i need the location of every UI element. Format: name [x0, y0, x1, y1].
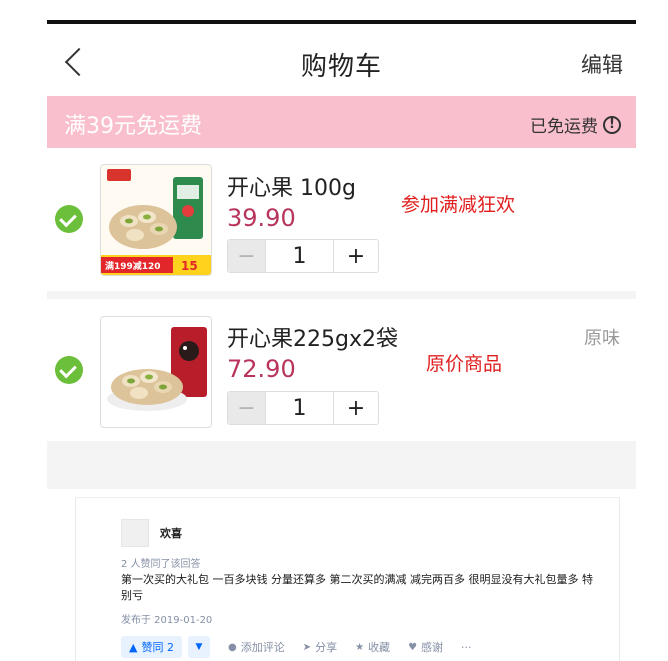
- check-icon[interactable]: [55, 356, 83, 384]
- promo-annotation: 参加满减狂欢: [401, 194, 516, 216]
- increase-button[interactable]: +: [334, 240, 378, 272]
- comment-date: 发布于 2019-01-20: [121, 615, 213, 626]
- upvote-button[interactable]: ▲ 赞同 2: [121, 636, 182, 658]
- free-shipping-banner: 满39元免运费 已免运费 !: [47, 96, 636, 148]
- cart-item: 开心果225gx2袋 72.90 − 1 + 原价商品 原味: [47, 299, 636, 441]
- review-comment: 欢喜 2 人赞同了该回答 第一次买的大礼包 一百多块钱 分量还算多 第二次买的满…: [75, 497, 620, 661]
- share-label: 分享: [315, 641, 338, 654]
- price-annotation: 原价商品: [426, 353, 503, 375]
- collect-label: 收藏: [368, 641, 391, 654]
- item-divider: [47, 291, 636, 299]
- thumb-banner-text: 满199减120: [105, 260, 161, 272]
- cart-bottom-spacer: [47, 441, 636, 489]
- add-comment-button[interactable]: ● 添加评论: [228, 639, 285, 655]
- decrease-button[interactable]: −: [228, 392, 265, 424]
- increase-button[interactable]: +: [334, 392, 378, 424]
- shipping-status-label: 已免运费: [530, 117, 598, 137]
- product-price: 39.90: [227, 204, 296, 232]
- promo-text: 满39元免运费: [64, 114, 202, 139]
- product-image[interactable]: [100, 316, 212, 428]
- quantity-stepper: − 1 +: [227, 239, 379, 273]
- info-icon[interactable]: !: [603, 115, 621, 134]
- page-title: 购物车: [300, 52, 382, 82]
- speech-bubble-icon: ●: [227, 641, 237, 653]
- cart-item: 满199减120 15 开心果 100g 39.90 − 1 + 参加满减狂欢: [47, 148, 636, 291]
- quantity-stepper: − 1 +: [227, 391, 379, 425]
- thanks-button[interactable]: ♥ 感谢: [408, 639, 443, 655]
- comment-author[interactable]: 欢喜: [160, 525, 182, 541]
- product-name[interactable]: 开心果225gx2袋: [227, 321, 398, 353]
- shipping-status[interactable]: 已免运费 !: [530, 112, 621, 137]
- check-icon[interactable]: [55, 205, 83, 233]
- decrease-button[interactable]: −: [228, 240, 265, 272]
- downvote-button[interactable]: ▼: [187, 636, 210, 658]
- pistachio-pack-icon: 满199减120 15: [101, 165, 211, 275]
- product-price: 72.90: [227, 355, 296, 383]
- pistachio-bowl-icon: [101, 317, 211, 427]
- triangle-up-icon: ▲: [129, 640, 138, 654]
- thanks-label: 感谢: [421, 641, 444, 654]
- product-variant[interactable]: 原味: [584, 324, 620, 350]
- share-button[interactable]: ➤ 分享: [303, 639, 337, 655]
- quantity-value[interactable]: 1: [265, 240, 334, 272]
- product-image[interactable]: 满199减120 15: [100, 164, 212, 276]
- more-button[interactable]: ···: [461, 641, 472, 654]
- triangle-down-icon: ▼: [195, 642, 203, 652]
- edit-button[interactable]: 编辑: [581, 49, 623, 79]
- cart-page: 购物车 编辑 满39元免运费 已免运费 ! 满199减120 15 开心果 10…: [0, 0, 668, 661]
- nav-bar: 购物车 编辑: [47, 24, 636, 96]
- paper-plane-icon: ➤: [302, 641, 312, 653]
- more-label: ···: [461, 640, 472, 654]
- upvote-label: 赞同 2: [141, 641, 174, 654]
- avatar[interactable]: [121, 519, 149, 547]
- comment-body: 第一次买的大礼包 一百多块钱 分量还算多 第二次买的满减 减完两百多 很明显没有…: [121, 573, 593, 602]
- add-comment-label: 添加评论: [240, 641, 285, 654]
- thumb-badge-text: 15: [181, 259, 198, 273]
- heart-icon: ♥: [408, 641, 418, 653]
- star-icon: ★: [355, 641, 365, 653]
- upvote-count-text: 2 人赞同了该回答: [121, 559, 201, 570]
- collect-button[interactable]: ★ 收藏: [355, 639, 390, 655]
- quantity-value[interactable]: 1: [265, 392, 334, 424]
- product-name[interactable]: 开心果 100g: [227, 170, 356, 202]
- comment-actions: ▲ 赞同 2 ▼ ● 添加评论 ➤ 分享 ★ 收藏 ♥ 感谢 ···: [121, 636, 472, 658]
